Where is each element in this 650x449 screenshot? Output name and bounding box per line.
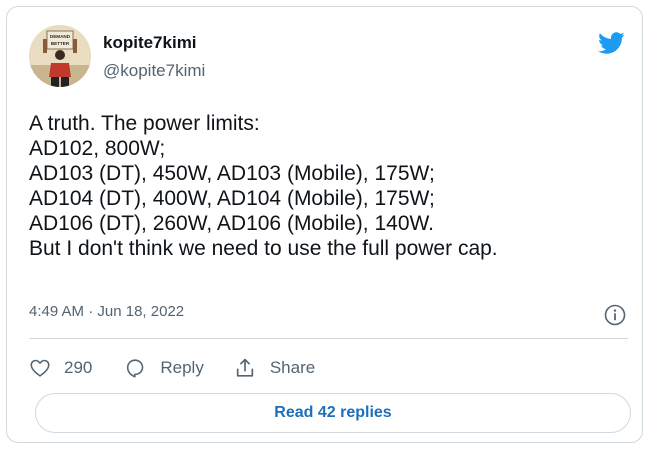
reply-button[interactable]: Reply [124, 357, 204, 379]
tweet-line: AD102, 800W; [29, 137, 166, 160]
share-icon [236, 358, 254, 377]
action-bar: 290 Reply Share [29, 353, 315, 383]
info-icon[interactable] [603, 303, 627, 327]
read-replies-button[interactable]: Read 42 replies [35, 393, 631, 433]
tweet-timestamp: 4:49 AM · Jun 18, 2022 [29, 303, 184, 320]
twitter-bird-icon[interactable] [595, 29, 627, 57]
author-handle[interactable]: @kopite7kimi [103, 61, 205, 81]
tweet-text: A truth. The power limits: AD102, 800W; … [29, 111, 629, 261]
avatar-image: DEMAND BETTER [29, 25, 91, 87]
divider [29, 338, 628, 339]
share-label: Share [269, 358, 316, 377]
avatar[interactable]: DEMAND BETTER [29, 25, 91, 87]
svg-text:BETTER: BETTER [51, 41, 70, 46]
reply-bubble-icon [127, 359, 144, 378]
meta-separator: · [88, 303, 94, 320]
svg-text:DEMAND: DEMAND [50, 34, 71, 39]
tweet-date[interactable]: Jun 18, 2022 [97, 303, 184, 320]
tweet-line: AD103 (DT), 450W, AD103 (Mobile), 175W; [29, 162, 435, 185]
tweet-line: A truth. The power limits: [29, 112, 260, 135]
tweet-line: AD104 (DT), 400W, AD104 (Mobile), 175W; [29, 187, 435, 210]
like-count: 290 [64, 358, 93, 377]
like-button[interactable]: 290 [29, 357, 92, 379]
tweet-card: DEMAND BETTER kopite7kimi @kopite7kimi A… [6, 6, 643, 443]
tweet-line: But I don't think we need to use the ful… [29, 237, 498, 260]
tweet-line: AD106 (DT), 260W, AD106 (Mobile), 140W. [29, 212, 434, 235]
reply-label: Reply [160, 358, 204, 377]
author-name[interactable]: kopite7kimi [103, 33, 197, 53]
share-button[interactable]: Share [234, 357, 315, 379]
heart-icon [30, 359, 50, 377]
tweet-time[interactable]: 4:49 AM [29, 303, 84, 320]
